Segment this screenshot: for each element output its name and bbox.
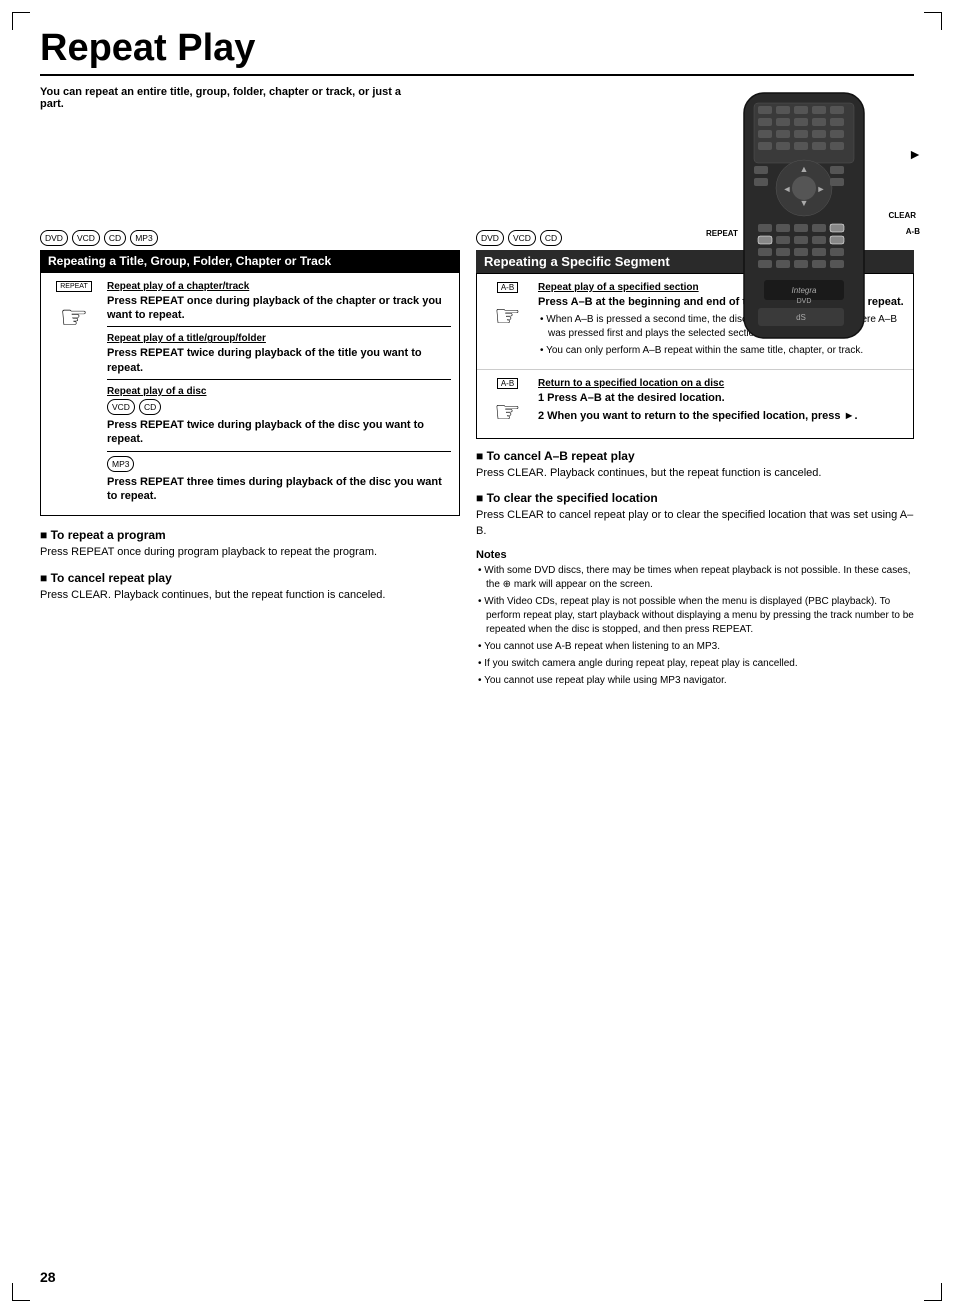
notes-title: Notes: [476, 549, 914, 561]
right-sub-text-clear: Press CLEAR to cancel repeat play or to …: [476, 508, 914, 539]
seg-heading-2: Return to a specified location on a disc: [538, 378, 905, 389]
note-4: • If you switch camera angle during repe…: [476, 657, 914, 671]
ab-label-1: A-B: [497, 282, 518, 293]
badge-cd: CD: [104, 230, 126, 246]
ab-icon-col-1: A-B ☞: [485, 282, 530, 361]
remote-repeat-label: REPEAT: [706, 229, 738, 238]
ab-label-2: A-B: [497, 378, 518, 389]
instr-heading-2: Repeat play of a title/group/folder: [107, 333, 451, 344]
repeat-label: REPEAT: [56, 281, 92, 292]
page-title: Repeat Play: [40, 28, 914, 70]
disc-badge-cd: CD: [139, 399, 161, 415]
corner-mark-br: [924, 1283, 942, 1301]
notes-section: Notes • With some DVD discs, there may b…: [476, 549, 914, 688]
note-1: • With some DVD discs, there may be time…: [476, 564, 914, 592]
instr-heading-1: Repeat play of a chapter/track: [107, 281, 451, 292]
instr-text-2: Press REPEAT twice during playback of th…: [107, 346, 451, 375]
repeat-icon-col: REPEAT ☞: [49, 281, 99, 507]
divider-3: [107, 451, 451, 452]
repeat-instructions-box: REPEAT ☞ Repeat play of a chapter/track …: [40, 272, 460, 516]
repeat-instructions-content: Repeat play of a chapter/track Press REP…: [107, 281, 451, 507]
remote-arrow: ►: [908, 146, 922, 162]
left-section-header: Repeating a Title, Group, Folder, Chapte…: [40, 250, 460, 272]
note-5: • You cannot use repeat play while using…: [476, 674, 914, 688]
disc-badges: VCD CD: [107, 399, 451, 415]
note-2: • With Video CDs, repeat play is not pos…: [476, 595, 914, 637]
instr-text-1: Press REPEAT once during playback of the…: [107, 294, 451, 323]
badge-dvd: DVD: [40, 230, 68, 246]
sub-text-program: Press REPEAT once during program playbac…: [40, 545, 460, 560]
r-badge-dvd: DVD: [476, 230, 504, 246]
divider-2: [107, 379, 451, 380]
instr-text-4: Press REPEAT three times during playback…: [107, 475, 451, 504]
badge-mp3: MP3: [130, 230, 157, 246]
right-sub-title-cancel-ab: To cancel A–B repeat play: [476, 449, 914, 463]
badge-vcd: VCD: [72, 230, 100, 246]
hand-icon-ab-1: ☞: [494, 299, 521, 334]
intro-text: You can repeat an entire title, group, f…: [40, 86, 420, 110]
page-number: 28: [40, 1269, 56, 1285]
repeat-box-inner: REPEAT ☞ Repeat play of a chapter/track …: [41, 273, 459, 515]
segment-row-2: A-B ☞ Return to a specified location on …: [477, 370, 913, 438]
remote-clear-label: CLEAR: [888, 211, 916, 220]
r-badge-vcd: VCD: [508, 230, 536, 246]
right-sub-cancel-ab: To cancel A–B repeat play Press CLEAR. P…: [476, 449, 914, 481]
left-column: DVD VCD CD MP3 Repeating a Title, Group,…: [40, 230, 460, 691]
corner-mark-bl: [12, 1283, 30, 1301]
corner-mark-tl: [12, 12, 30, 30]
sub-section-cancel: To cancel repeat play Press CLEAR. Playb…: [40, 571, 460, 603]
right-sub-clear: To clear the specified location Press CL…: [476, 491, 914, 539]
sub-title-cancel: To cancel repeat play: [40, 571, 460, 585]
instr-text-3: Press REPEAT twice during playback of th…: [107, 418, 451, 447]
divider-1: [107, 326, 451, 327]
title-rule: [40, 74, 914, 76]
sub-section-program: To repeat a program Press REPEAT once du…: [40, 528, 460, 560]
sub-text-cancel: Press CLEAR. Playback continues, but the…: [40, 588, 460, 603]
hand-icon-ab-2: ☞: [494, 395, 521, 430]
ab-icon-col-2: A-B ☞: [485, 378, 530, 430]
disc-badge-vcd: VCD: [107, 399, 135, 415]
note-3: • You cannot use A-B repeat when listeni…: [476, 640, 914, 654]
left-format-badges: DVD VCD CD MP3: [40, 230, 460, 246]
numbered-1: 1 Press A–B at the desired location.: [538, 391, 905, 405]
mp3-badge: MP3: [107, 456, 134, 472]
hand-icon-1: ☞: [60, 298, 89, 336]
sub-title-program: To repeat a program: [40, 528, 460, 542]
remote-ab-label: A-B: [906, 227, 920, 236]
instr-heading-3: Repeat play of a disc: [107, 386, 451, 397]
r-badge-cd: CD: [540, 230, 562, 246]
remote-image-area: ▲ ▼ ◄ ►: [714, 88, 914, 361]
corner-mark-tr: [924, 12, 942, 30]
numbered-2: 2 When you want to return to the specifi…: [538, 409, 905, 423]
right-sub-text-cancel-ab: Press CLEAR. Playback continues, but the…: [476, 466, 914, 481]
mp3-badge-row: MP3: [107, 456, 451, 472]
right-sub-title-clear: To clear the specified location: [476, 491, 914, 505]
segment-content-2: Return to a specified location on a disc…: [538, 378, 905, 430]
page-content: Repeat Play: [40, 28, 914, 1285]
